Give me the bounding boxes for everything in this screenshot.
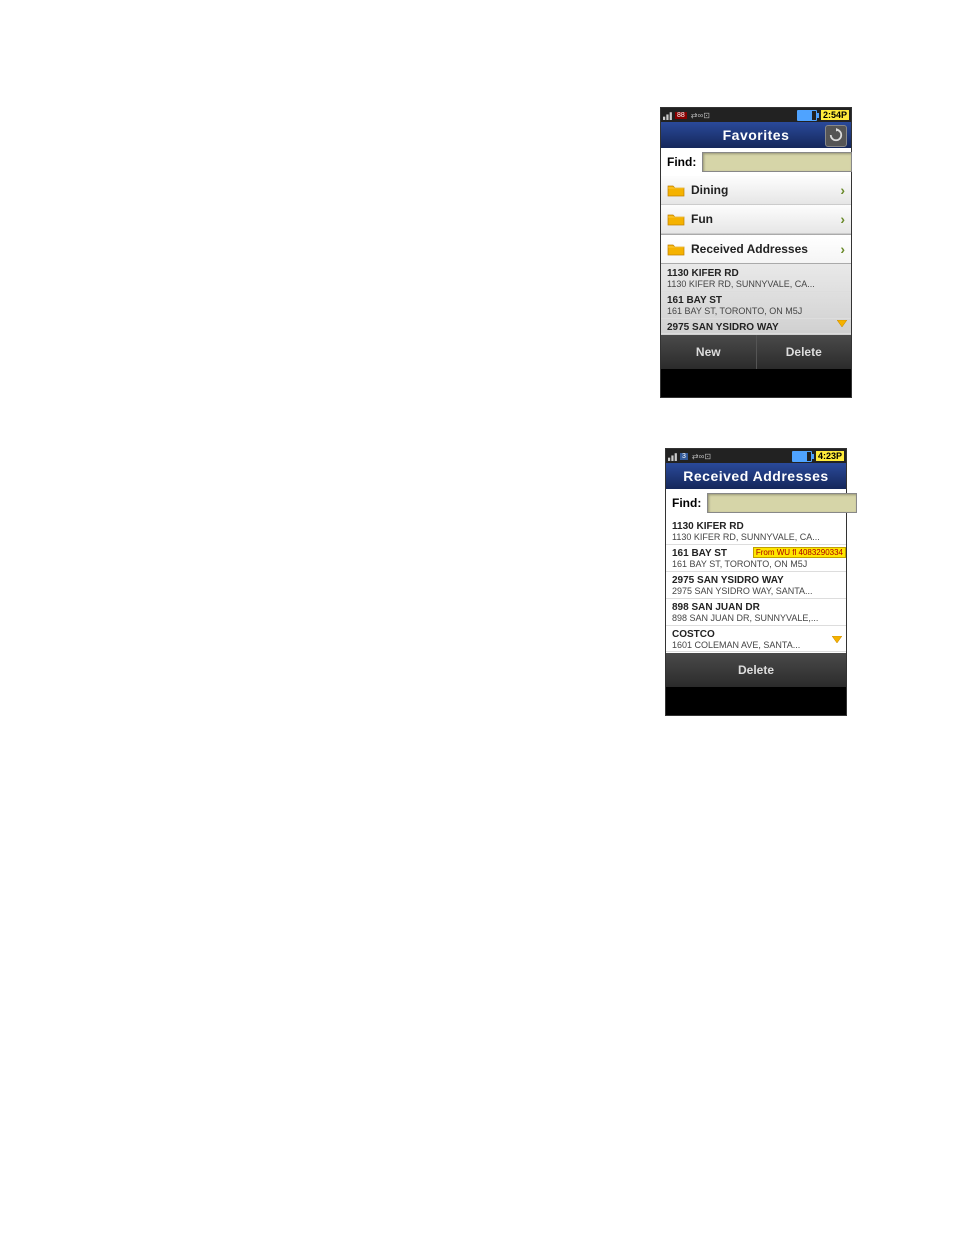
find-label: Find: — [667, 155, 696, 169]
phone-received-addresses: 3 ⇄∞⊡ 4:23P Received Addresses Find: 113… — [665, 448, 847, 716]
address-title: 2975 SAN YSIDRO WAY — [667, 322, 845, 333]
address-detail: 1130 KIFER RD, SUNNYVALE, CA... — [672, 532, 840, 542]
address-title: COSTCO — [672, 629, 840, 640]
chevron-right-icon: › — [840, 241, 845, 257]
refresh-icon — [829, 128, 843, 145]
category-list: Dining › Fun › Received Addresses › — [661, 176, 851, 264]
address-detail: 898 SAN JUAN DR, SUNNYVALE,... — [672, 613, 840, 623]
address-item[interactable]: COSTCO 1601 COLEMAN AVE, SANTA... — [666, 626, 846, 652]
status-misc-icons: ⇄∞⊡ — [691, 111, 710, 120]
device-chin — [661, 369, 851, 397]
address-title: 161 BAY ST — [667, 295, 845, 306]
status-misc-icons: ⇄∞⊡ — [692, 452, 711, 461]
address-item[interactable]: 2975 SAN YSIDRO WAY — [661, 319, 851, 334]
chevron-right-icon: › — [840, 182, 845, 198]
category-label: Received Addresses — [691, 242, 808, 256]
battery-icon — [797, 110, 817, 121]
from-tag: From WU fl 4083290334 — [753, 547, 846, 558]
new-button-label: New — [696, 345, 721, 359]
device-chin — [666, 687, 846, 715]
status-time: 2:54P — [821, 110, 849, 120]
category-received-addresses[interactable]: Received Addresses › — [661, 234, 851, 264]
address-item[interactable]: 1130 KIFER RD 1130 KIFER RD, SUNNYVALE, … — [666, 518, 846, 545]
battery-icon — [792, 451, 812, 462]
address-title: 1130 KIFER RD — [667, 268, 845, 279]
chevron-right-icon: › — [840, 211, 845, 227]
status-time: 4:23P — [816, 451, 844, 461]
address-list: 1130 KIFER RD 1130 KIFER RD, SUNNYVALE, … — [666, 517, 846, 653]
scroll-down-icon[interactable] — [832, 636, 842, 644]
delete-button[interactable]: Delete — [757, 335, 852, 369]
page-title: Favorites — [723, 127, 790, 143]
folder-icon — [667, 242, 685, 256]
phone-favorites: 88 ⇄∞⊡ 2:54P Favorites Find: Dining › Fu… — [660, 107, 852, 398]
bottom-toolbar: Delete — [666, 653, 846, 687]
find-bar: Find: — [661, 148, 851, 176]
address-item[interactable]: 161 BAY ST From WU fl 4083290334 161 BAY… — [666, 545, 846, 572]
folder-icon — [667, 212, 685, 226]
page-title: Received Addresses — [683, 468, 828, 484]
address-item[interactable]: 1130 KIFER RD 1130 KIFER RD, SUNNYVALE, … — [661, 265, 851, 292]
folder-icon — [667, 183, 685, 197]
bottom-toolbar: New Delete — [661, 335, 851, 369]
delete-button[interactable]: Delete — [666, 653, 846, 687]
address-title: 898 SAN JUAN DR — [672, 602, 840, 613]
title-bar: Favorites — [661, 122, 851, 148]
category-label: Fun — [691, 212, 713, 226]
address-item[interactable]: 2975 SAN YSIDRO WAY 2975 SAN YSIDRO WAY,… — [666, 572, 846, 599]
address-detail: 2975 SAN YSIDRO WAY, SANTA... — [672, 586, 840, 596]
address-detail: 161 BAY ST, TORONTO, ON M5J — [672, 559, 840, 569]
carrier-badge: 88 — [675, 112, 687, 119]
find-input[interactable] — [702, 152, 852, 172]
signal-icon — [668, 451, 678, 461]
signal-icon — [663, 110, 673, 120]
delete-button-label: Delete — [786, 345, 822, 359]
find-input[interactable] — [707, 493, 857, 513]
new-button[interactable]: New — [661, 335, 757, 369]
address-preview-list: 1130 KIFER RD 1130 KIFER RD, SUNNYVALE, … — [661, 264, 851, 335]
category-dining[interactable]: Dining › — [661, 176, 851, 205]
carrier-badge: 3 — [680, 453, 688, 460]
title-bar: Received Addresses — [666, 463, 846, 489]
status-bar: 88 ⇄∞⊡ 2:54P — [661, 108, 851, 122]
refresh-button[interactable] — [825, 125, 847, 147]
status-bar: 3 ⇄∞⊡ 4:23P — [666, 449, 846, 463]
address-item[interactable]: 161 BAY ST 161 BAY ST, TORONTO, ON M5J — [661, 292, 851, 319]
find-label: Find: — [672, 496, 701, 510]
scroll-down-icon[interactable] — [837, 320, 847, 328]
category-label: Dining — [691, 183, 728, 197]
category-fun[interactable]: Fun › — [661, 205, 851, 234]
delete-button-label: Delete — [738, 663, 774, 677]
address-detail: 1130 KIFER RD, SUNNYVALE, CA... — [667, 279, 845, 289]
find-bar: Find: — [666, 489, 846, 517]
address-detail: 161 BAY ST, TORONTO, ON M5J — [667, 306, 845, 316]
address-title: 1130 KIFER RD — [672, 521, 840, 532]
address-item[interactable]: 898 SAN JUAN DR 898 SAN JUAN DR, SUNNYVA… — [666, 599, 846, 626]
address-detail: 1601 COLEMAN AVE, SANTA... — [672, 640, 840, 650]
address-title: 2975 SAN YSIDRO WAY — [672, 575, 840, 586]
